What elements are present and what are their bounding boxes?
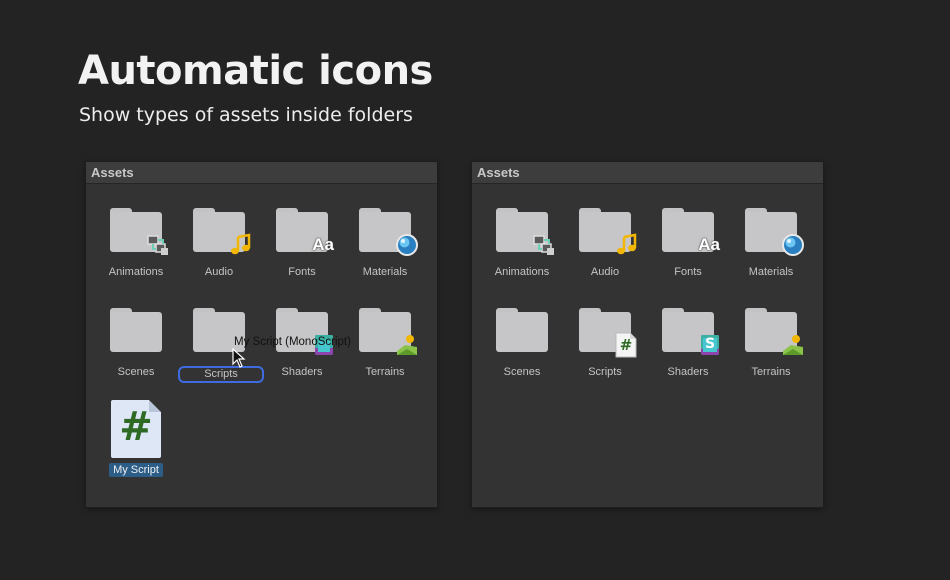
- folder-fonts[interactable]: Aa Fonts: [647, 208, 729, 278]
- folder-animations[interactable]: Animations: [481, 208, 563, 278]
- drag-tooltip: My Script (MonoScript): [234, 336, 351, 348]
- folder-label: Fonts: [674, 266, 702, 278]
- folder-icon: [110, 308, 162, 352]
- selected-asset-label: My Script: [109, 463, 163, 477]
- folder-terrains[interactable]: Terrains: [344, 308, 426, 378]
- folder-icon: [496, 208, 554, 255]
- panel-header: Assets: [86, 162, 437, 184]
- folder-icon: Aa: [276, 208, 334, 254]
- folder-scripts[interactable]: # Scripts: [564, 308, 646, 378]
- folder-icon: [359, 308, 417, 355]
- folder-label: Materials: [362, 266, 408, 278]
- folder-materials[interactable]: Materials: [730, 208, 812, 278]
- page-title: Automatic icons: [78, 48, 433, 94]
- folder-label: Terrains: [751, 366, 791, 378]
- mouse-cursor-icon: [232, 348, 246, 368]
- animator-icon: [146, 233, 170, 257]
- folder-icon: Aa: [662, 208, 720, 254]
- folder-label: Shaders: [667, 366, 709, 378]
- folder-shaders[interactable]: S Shaders: [647, 308, 729, 378]
- script-asset-my-script[interactable]: # My Script: [95, 400, 177, 477]
- folder-audio[interactable]: Audio: [564, 208, 646, 278]
- folder-icon: [745, 208, 804, 256]
- music-note-icon: [615, 233, 639, 257]
- folder-icon: S: [662, 308, 719, 355]
- folder-icon: #: [579, 308, 637, 358]
- drop-target-highlight[interactable]: Scripts: [178, 366, 264, 383]
- terrain-icon: [395, 333, 419, 357]
- folder-audio[interactable]: Audio: [178, 208, 260, 278]
- folder-icon: [496, 308, 548, 352]
- folder-materials[interactable]: Materials: [344, 208, 426, 278]
- folder-label: Audio: [204, 266, 234, 278]
- folder-terrains[interactable]: Terrains: [730, 308, 812, 378]
- folder-label: Audio: [590, 266, 620, 278]
- folder-label: Materials: [748, 266, 794, 278]
- folder-label: Scenes: [117, 366, 155, 378]
- shader-icon: S: [698, 333, 722, 357]
- folder-icon: [745, 308, 803, 355]
- folder-scenes[interactable]: Scenes: [95, 308, 177, 378]
- font-icon: Aa: [698, 235, 720, 254]
- script-icon: #: [615, 332, 637, 358]
- folder-icon: [359, 208, 418, 256]
- folder-label: Animations: [494, 266, 550, 278]
- music-note-icon: [229, 233, 253, 257]
- csharp-script-icon: #: [111, 400, 161, 458]
- font-icon: Aa: [312, 235, 334, 254]
- terrain-icon: [781, 333, 805, 357]
- folder-label: Shaders: [281, 366, 323, 378]
- page-subtitle: Show types of assets inside folders: [79, 104, 413, 126]
- folder-label: Fonts: [288, 266, 316, 278]
- folder-label: Scripts: [588, 366, 622, 378]
- folder-fonts[interactable]: Aa Fonts: [261, 208, 343, 278]
- assets-panel-left: Assets Animations Audio Aa Fonts Materia…: [86, 162, 437, 507]
- folder-icon: [579, 208, 637, 255]
- folder-label: Animations: [108, 266, 164, 278]
- folder-icon: [193, 208, 251, 255]
- assets-panel-right: Assets Animations Audio Aa Fonts Materia…: [472, 162, 823, 507]
- material-sphere-icon: [781, 233, 805, 257]
- folder-scenes[interactable]: Scenes: [481, 308, 563, 378]
- folder-animations[interactable]: Animations: [95, 208, 177, 278]
- folder-icon: [110, 208, 168, 255]
- panel-header: Assets: [472, 162, 823, 184]
- folder-label: Terrains: [365, 366, 405, 378]
- animator-icon: [532, 233, 556, 257]
- folder-label: Scenes: [503, 366, 541, 378]
- material-sphere-icon: [395, 233, 419, 257]
